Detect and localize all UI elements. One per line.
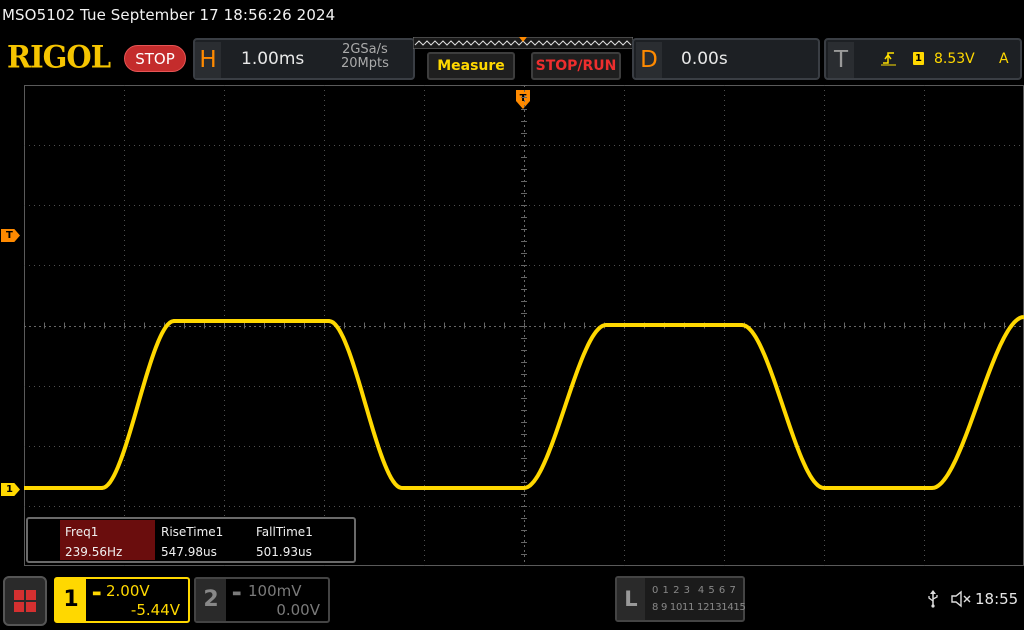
graticule [24, 85, 1024, 566]
memory-depth: 20Mpts [341, 56, 389, 71]
grid-menu-icon [14, 590, 36, 612]
dc-coupling-icon: ▬ [92, 588, 102, 599]
measurement-table[interactable]: Freq1 RiseTime1 FallTime1 239.56Hz 547.9… [26, 517, 356, 563]
delay-letter: D [636, 42, 662, 78]
usb-icon [928, 590, 938, 608]
channel2-number: 2 [196, 579, 226, 621]
trigger-level-marker[interactable]: T [1, 229, 20, 242]
rigol-logo: RIGOL [7, 39, 111, 75]
measurement-value: 501.93us [256, 545, 312, 559]
channel1-ground-marker[interactable]: 1 [1, 483, 20, 496]
memory-position-strip [413, 37, 633, 49]
measurement-value: 547.98us [161, 545, 217, 559]
measurement-header: FallTime1 [256, 525, 313, 539]
channel1-offset: -5.44V [130, 601, 180, 619]
time-per-div: 1.00ms [241, 49, 305, 69]
logic-channels-high: 8 9 1011 12131415 [652, 602, 746, 613]
measurement-value: 239.56Hz [65, 545, 123, 559]
home-menu-button[interactable] [3, 576, 47, 626]
channel1-number: 1 [56, 579, 86, 621]
logic-analyzer-panel[interactable]: L 0 1 2 3 4 5 6 7 8 9 1011 12131415 [615, 576, 746, 622]
stop-run-button[interactable]: STOP/RUN [531, 52, 621, 80]
channel2-scale: 100mV [248, 582, 302, 600]
trigger-mode: A [999, 51, 1009, 67]
sample-rate: 2GSa/s [342, 42, 388, 57]
delay-value: 0.00s [681, 49, 728, 69]
system-clock: 18:55 [975, 590, 1019, 608]
dc-coupling-icon: ▬ [232, 588, 242, 599]
logic-letter: L [617, 578, 645, 620]
speaker-muted-icon[interactable] [950, 590, 972, 608]
waveform-display[interactable] [24, 85, 1024, 566]
rising-edge-icon [881, 52, 896, 66]
measure-button[interactable]: Measure [427, 52, 515, 80]
trigger-letter: T [828, 42, 854, 78]
sample-rate-info: 2GSa/s 20Mpts [341, 43, 389, 71]
status-bar-title: MSO5102 Tue September 17 18:56:26 2024 [2, 6, 336, 24]
channel2-offset: 0.00V [276, 601, 320, 619]
trigger-source-badge: 1 [913, 52, 924, 65]
channel2-settings[interactable]: 2 ▬ 100mV 0.00V [194, 577, 330, 623]
channel1-waveform [24, 315, 1024, 490]
trigger-level: 8.53V [934, 51, 975, 67]
measurement-header: Freq1 [65, 525, 99, 539]
logic-channels-low: 0 1 2 3 4 5 6 7 [652, 585, 737, 596]
channel1-scale: 2.00V [106, 582, 150, 600]
horizontal-panel[interactable]: H 1.00ms 2GSa/s 20Mpts [193, 38, 415, 80]
run-state-badge[interactable]: STOP [124, 45, 186, 72]
trigger-panel[interactable]: T 1 8.53V A [824, 38, 1022, 80]
delay-panel[interactable]: D 0.00s [632, 38, 820, 80]
horizontal-letter: H [195, 42, 221, 78]
measurement-header: RiseTime1 [161, 525, 224, 539]
channel1-settings[interactable]: 1 ▬ 2.00V -5.44V [54, 577, 190, 623]
